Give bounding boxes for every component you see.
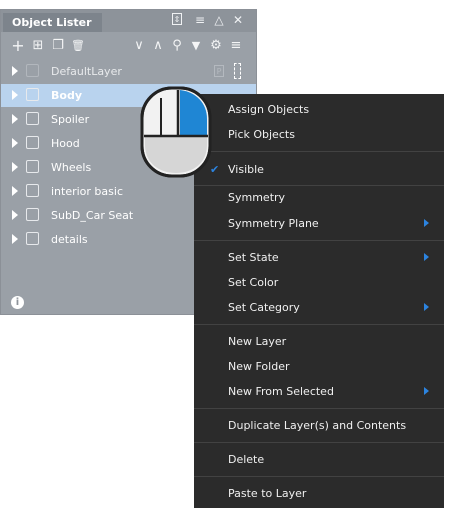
expand-caret-icon[interactable] xyxy=(12,90,18,100)
menu-item-label: Assign Objects xyxy=(228,103,310,116)
search-icon[interactable]: ⚲ xyxy=(170,39,184,53)
menu-item-label: Delete xyxy=(228,453,265,466)
layer-label: Spoiler xyxy=(51,113,90,126)
menu-item-label: Symmetry xyxy=(228,191,286,204)
layer-label: Hood xyxy=(51,137,80,150)
menu-item-set-category[interactable]: Set Category xyxy=(194,295,444,320)
layer-row-defaultlayer[interactable]: DefaultLayer P xyxy=(1,60,256,83)
menu-item-label: Paste to Layer xyxy=(228,487,307,500)
visibility-checkbox[interactable] xyxy=(26,160,39,173)
menu-item-label: Duplicate Layer(s) and Contents xyxy=(228,419,407,432)
menu-item-label: Symmetry Plane xyxy=(228,217,319,230)
mouse-right-click-icon xyxy=(140,86,212,178)
menu-item-pick-objects[interactable]: Pick Objects xyxy=(194,122,444,147)
layer-label: interior basic xyxy=(51,185,123,198)
info-icon[interactable]: i xyxy=(11,296,24,309)
menu-item-label: Set Category xyxy=(228,301,300,314)
submenu-arrow-icon xyxy=(424,303,429,311)
submenu-arrow-icon xyxy=(424,253,429,261)
visibility-checkbox[interactable] xyxy=(26,136,39,149)
duplicate-icon[interactable]: ❐ xyxy=(51,39,65,53)
expand-caret-icon[interactable] xyxy=(12,186,18,196)
visibility-checkbox[interactable] xyxy=(26,88,39,101)
triangle-icon[interactable]: △ xyxy=(213,13,225,27)
menu-item-paste-to-layer[interactable]: Paste to Layer xyxy=(194,481,444,506)
visibility-checkbox[interactable] xyxy=(26,184,39,197)
layer-label: Body xyxy=(51,89,82,102)
expand-caret-icon[interactable] xyxy=(12,114,18,124)
pick-badge-icon[interactable]: P xyxy=(214,65,224,77)
expand-caret-icon[interactable] xyxy=(12,234,18,244)
add-icon[interactable]: + xyxy=(11,38,25,54)
menu-item-set-color[interactable]: Set Color xyxy=(194,270,444,295)
menu-item-label: New Folder xyxy=(228,360,290,373)
menu-divider xyxy=(194,324,444,325)
menu-item-new-from-selected[interactable]: New From Selected xyxy=(194,379,444,404)
layer-label: DefaultLayer xyxy=(51,65,122,78)
menu-item-label: Set Color xyxy=(228,276,279,289)
visibility-checkbox[interactable] xyxy=(26,232,39,245)
layer-state-icon[interactable] xyxy=(234,63,241,79)
collapse-up-icon[interactable]: ∧ xyxy=(151,39,165,53)
menu-item-label: New Layer xyxy=(228,335,287,348)
tab-object-lister[interactable]: Object Lister xyxy=(3,13,102,32)
menu-item-label: Set State xyxy=(228,251,279,264)
layer-label: details xyxy=(51,233,88,246)
expand-caret-icon[interactable] xyxy=(12,66,18,76)
menu-item-label: New From Selected xyxy=(228,385,334,398)
close-icon[interactable]: ✕ xyxy=(232,13,244,27)
add-folder-icon[interactable]: ⊞ xyxy=(31,39,45,53)
menu-item-new-folder[interactable]: New Folder xyxy=(194,354,444,379)
menu-item-symmetry-plane[interactable]: Symmetry Plane xyxy=(194,211,444,236)
menu-item-visible[interactable]: ✔ Visible xyxy=(194,157,444,182)
menu-item-set-state[interactable]: Set State xyxy=(194,245,444,270)
menu-item-assign-objects[interactable]: Assign Objects xyxy=(194,97,444,122)
pin-icon[interactable]: ⇕ xyxy=(172,13,182,25)
menu-icon[interactable]: ≡ xyxy=(229,39,243,53)
menu-divider xyxy=(194,240,444,241)
menu-item-delete[interactable]: Delete xyxy=(194,447,444,472)
menu-item-label: Visible xyxy=(228,163,264,176)
visibility-checkbox[interactable] xyxy=(26,64,39,77)
gear-icon[interactable]: ⚙ xyxy=(209,39,223,53)
list-icon[interactable]: ≡ xyxy=(194,13,206,27)
submenu-arrow-icon xyxy=(424,219,429,227)
menu-divider xyxy=(194,151,444,152)
menu-item-symmetry[interactable]: Symmetry xyxy=(194,185,444,210)
delete-icon[interactable]: 🗑 xyxy=(71,39,85,53)
visibility-checkbox[interactable] xyxy=(26,112,39,125)
expand-caret-icon[interactable] xyxy=(12,210,18,220)
panel-tab-bar: Object Lister ⇕ ≡ △ ✕ xyxy=(1,10,256,32)
visibility-checkbox[interactable] xyxy=(26,208,39,221)
layer-label: Wheels xyxy=(51,161,92,174)
expand-caret-icon[interactable] xyxy=(12,138,18,148)
context-menu: Assign Objects Pick Objects ✔ Visible Sy… xyxy=(194,94,444,508)
collapse-down-icon[interactable]: ∨ xyxy=(132,39,146,53)
layer-label: SubD_Car Seat xyxy=(51,209,134,222)
menu-divider xyxy=(194,442,444,443)
menu-item-label: Pick Objects xyxy=(228,128,295,141)
menu-item-new-layer[interactable]: New Layer xyxy=(194,329,444,354)
panel-toolbar: + ⊞ ❐ 🗑 ∨ ∧ ⚲ ▼ ⚙ ≡ xyxy=(1,36,256,58)
menu-divider xyxy=(194,408,444,409)
expand-caret-icon[interactable] xyxy=(12,162,18,172)
submenu-arrow-icon xyxy=(424,387,429,395)
menu-divider xyxy=(194,476,444,477)
filter-icon[interactable]: ▼ xyxy=(189,39,203,53)
menu-item-duplicate-layers[interactable]: Duplicate Layer(s) and Contents xyxy=(194,413,444,438)
